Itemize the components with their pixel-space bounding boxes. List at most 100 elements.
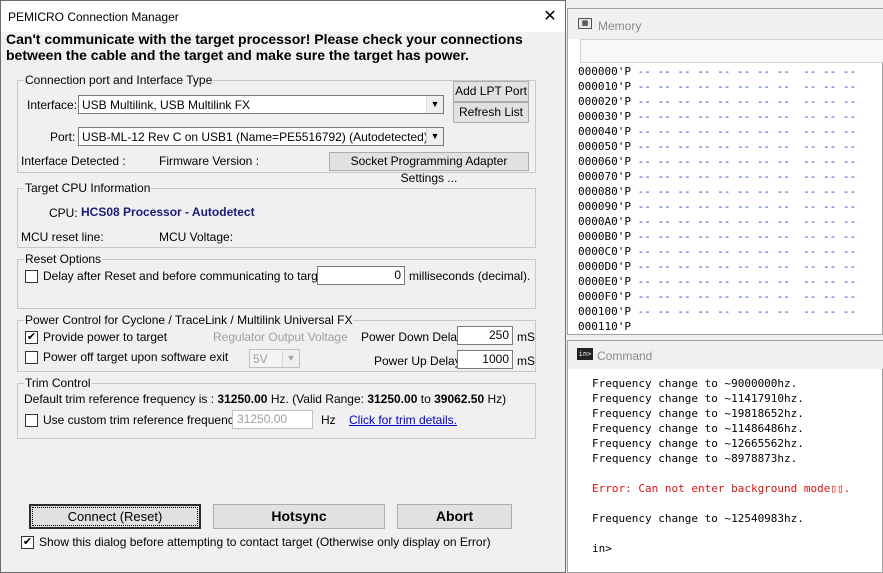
memory-row[interactable]: 000040'P -- -- -- -- -- -- -- -- -- -- -… <box>578 125 856 138</box>
memory-address: 000020'P <box>578 95 631 108</box>
memory-row[interactable]: 000100'P -- -- -- -- -- -- -- -- -- -- -… <box>578 305 856 318</box>
memory-bytes[interactable]: -- -- -- -- -- -- -- -- -- -- -- <box>631 200 857 213</box>
power-down-delay-input[interactable]: 250 <box>457 326 513 345</box>
memory-bytes[interactable]: -- -- -- -- -- -- -- -- -- -- -- <box>631 170 857 183</box>
memory-bytes[interactable]: -- -- -- -- -- -- -- -- -- -- -- <box>631 95 857 108</box>
memory-row[interactable]: 000080'P -- -- -- -- -- -- -- -- -- -- -… <box>578 185 856 198</box>
memory-row[interactable]: 000050'P -- -- -- -- -- -- -- -- -- -- -… <box>578 140 856 153</box>
connect-reset-button[interactable]: Connect (Reset) <box>29 504 201 529</box>
memory-address: 000040'P <box>578 125 631 138</box>
memory-row[interactable]: 000000'P -- -- -- -- -- -- -- -- -- -- -… <box>578 65 856 78</box>
command-titlebar: in> Command <box>568 341 883 369</box>
socket-adapter-settings-button[interactable]: Socket Programming Adapter Settings ... <box>329 152 529 185</box>
command-window-icon: in> <box>577 348 593 360</box>
command-line: Frequency change to ~11486486hz. <box>592 422 804 435</box>
memory-address: 000000'P <box>578 65 631 78</box>
error-line-2: between the cable and the target and mak… <box>6 47 469 63</box>
memory-address: 0000B0'P <box>578 230 631 243</box>
custom-trim-label: Use custom trim reference frequency : <box>43 413 247 427</box>
memory-dump[interactable]: 000000'P -- -- -- -- -- -- -- -- -- -- -… <box>568 65 883 335</box>
power-down-delay-label: Power Down Delay <box>361 330 464 344</box>
dialog-title: PEMICRO Connection Manager <box>8 10 179 24</box>
error-line-1: Can't communicate with the target proces… <box>6 31 523 47</box>
abort-button[interactable]: Abort <box>397 504 512 529</box>
memory-bytes[interactable]: -- -- -- -- -- -- -- -- -- -- -- <box>631 110 857 123</box>
memory-address: 0000E0'P <box>578 275 631 288</box>
memory-row[interactable]: 000090'P -- -- -- -- -- -- -- -- -- -- -… <box>578 200 856 213</box>
chevron-down-icon[interactable]: ▼ <box>426 128 443 145</box>
memory-address: 000110'P <box>578 320 631 333</box>
memory-bytes[interactable]: -- -- -- -- -- -- -- -- -- -- -- <box>631 80 857 93</box>
reset-options-label: Reset Options <box>24 252 103 266</box>
provide-power-label: Provide power to target <box>43 330 168 344</box>
memory-bytes[interactable]: -- -- -- -- -- -- -- -- -- -- -- <box>631 245 857 258</box>
reset-options-group <box>17 259 536 309</box>
memory-bytes[interactable]: -- -- -- -- -- -- -- -- -- -- -- <box>631 260 857 273</box>
chevron-down-icon[interactable]: ▼ <box>282 350 299 367</box>
show-dialog-checkbox[interactable]: ✔ <box>21 536 34 549</box>
default-trim-mid: Hz. (Valid Range: <box>270 392 364 406</box>
error-message: Can't communicate with the target proces… <box>6 31 562 63</box>
memory-row[interactable]: 0000D0'P -- -- -- -- -- -- -- -- -- -- -… <box>578 260 856 273</box>
memory-row[interactable]: 0000C0'P -- -- -- -- -- -- -- -- -- -- -… <box>578 245 856 258</box>
power-up-delay-input[interactable]: 1000 <box>457 350 513 369</box>
memory-row[interactable]: 0000A0'P -- -- -- -- -- -- -- -- -- -- -… <box>578 215 856 228</box>
memory-bytes[interactable]: -- -- -- -- -- -- -- -- -- -- -- <box>631 65 857 78</box>
command-output[interactable]: Frequency change to ~9000000hz. Frequency… <box>568 369 883 573</box>
power-up-delay-label: Power Up Delay <box>374 354 461 368</box>
reset-delay-input[interactable]: 0 <box>317 266 405 285</box>
command-line: in> <box>592 542 612 555</box>
provide-power-checkbox[interactable]: ✔ <box>25 331 38 344</box>
memory-address-bar[interactable] <box>580 39 883 63</box>
memory-row[interactable]: 000070'P -- -- -- -- -- -- -- -- -- -- -… <box>578 170 856 183</box>
custom-trim-input[interactable]: 31250.00 <box>232 410 313 429</box>
power-down-unit: mS <box>517 330 535 344</box>
memory-bytes[interactable]: -- -- -- -- -- -- -- -- -- -- -- <box>631 230 857 243</box>
refresh-list-button[interactable]: Refresh List <box>453 102 529 123</box>
memory-bytes[interactable]: -- -- -- -- -- -- -- -- -- -- -- <box>631 140 857 153</box>
custom-trim-checkbox[interactable] <box>25 414 38 427</box>
memory-window: ▦ Memory 000000'P -- -- -- -- -- -- -- -… <box>567 8 883 335</box>
memory-bytes[interactable]: -- -- -- -- -- -- -- -- -- -- -- <box>631 125 857 138</box>
port-select[interactable]: USB-ML-12 Rev C on USB1 (Name=PE5516792)… <box>78 127 444 146</box>
memory-bytes[interactable]: -- -- -- -- -- -- -- -- -- -- -- <box>631 305 857 318</box>
memory-address: 000060'P <box>578 155 631 168</box>
hotsync-button[interactable]: Hotsync <box>213 504 385 529</box>
default-trim-prefix: Default trim reference frequency is : <box>24 392 215 406</box>
memory-title: Memory <box>598 19 642 33</box>
memory-row[interactable]: 000030'P -- -- -- -- -- -- -- -- -- -- -… <box>578 110 856 123</box>
connection-group-label: Connection port and Interface Type <box>24 73 214 87</box>
memory-bytes[interactable]: -- -- -- -- -- -- -- -- -- -- -- <box>631 275 857 288</box>
memory-row[interactable]: 000010'P -- -- -- -- -- -- -- -- -- -- -… <box>578 80 856 93</box>
trim-details-link[interactable]: Click for trim details. <box>349 413 457 427</box>
command-title: Command <box>597 349 653 363</box>
power-off-label: Power off target upon software exit <box>43 350 229 364</box>
trim-control-label: Trim Control <box>24 376 92 390</box>
voltage-select[interactable]: 5V ▼ <box>249 349 300 368</box>
memory-titlebar: ▦ Memory <box>568 9 883 39</box>
memory-row[interactable]: 000060'P -- -- -- -- -- -- -- -- -- -- -… <box>578 155 856 168</box>
memory-row[interactable]: 000110'P <box>578 320 631 333</box>
reset-delay-checkbox[interactable] <box>25 270 38 283</box>
memory-bytes[interactable]: -- -- -- -- -- -- -- -- -- -- -- <box>631 215 857 228</box>
command-line: Frequency change to ~19818652hz. <box>592 407 804 420</box>
interface-select[interactable]: USB Multilink, USB Multilink FX ▼ <box>78 95 444 114</box>
dialog-titlebar: PEMICRO Connection Manager ✕ <box>1 1 565 32</box>
power-off-checkbox[interactable] <box>25 351 38 364</box>
add-lpt-port-button[interactable]: Add LPT Port <box>453 81 529 102</box>
memory-row[interactable]: 000020'P -- -- -- -- -- -- -- -- -- -- -… <box>578 95 856 108</box>
memory-address: 0000A0'P <box>578 215 631 228</box>
memory-bytes[interactable]: -- -- -- -- -- -- -- -- -- -- -- <box>631 185 857 198</box>
memory-row[interactable]: 0000E0'P -- -- -- -- -- -- -- -- -- -- -… <box>578 275 856 288</box>
memory-address: 000010'P <box>578 80 631 93</box>
close-icon[interactable]: ✕ <box>540 7 560 27</box>
memory-row[interactable]: 0000B0'P -- -- -- -- -- -- -- -- -- -- -… <box>578 230 856 243</box>
default-trim-value: 31250.00 <box>217 392 268 406</box>
memory-bytes[interactable]: -- -- -- -- -- -- -- -- -- -- -- <box>631 290 857 303</box>
memory-bytes[interactable]: -- -- -- -- -- -- -- -- -- -- -- <box>631 155 857 168</box>
trim-range-low: 31250.00 <box>367 392 418 406</box>
chevron-down-icon[interactable]: ▼ <box>426 96 443 113</box>
memory-row[interactable]: 0000F0'P -- -- -- -- -- -- -- -- -- -- -… <box>578 290 856 303</box>
cpu-label: CPU: <box>49 206 78 220</box>
command-line: Frequency change to ~8978873hz. <box>592 452 798 465</box>
